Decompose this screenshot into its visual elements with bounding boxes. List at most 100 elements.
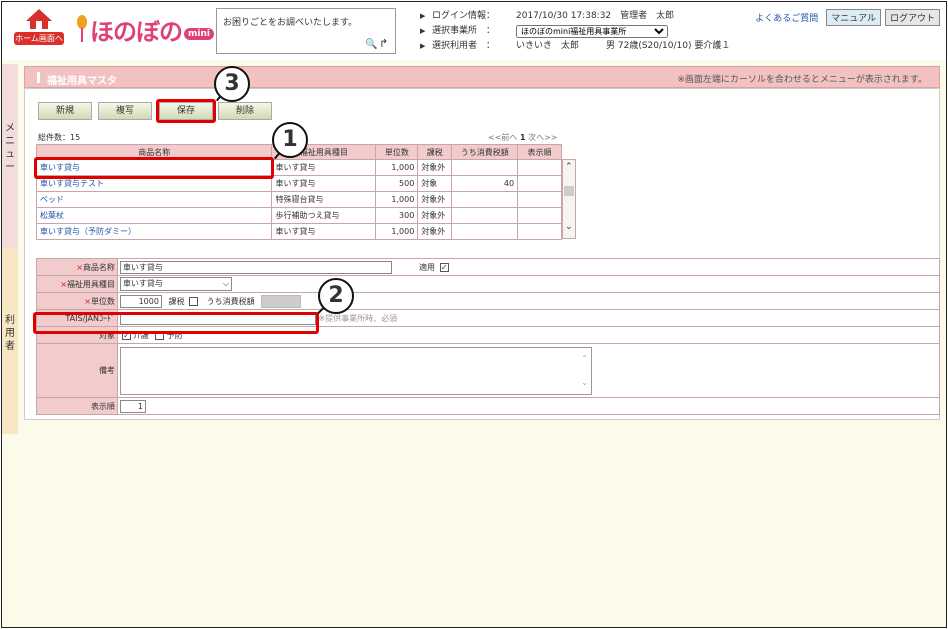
chevron-down-icon[interactable]: ⌄ (581, 378, 588, 387)
category-select[interactable]: 車いす貸与 ⌵ (119, 277, 232, 291)
units-label: ×単位数 (36, 292, 118, 310)
apply-checkbox[interactable]: ✓ (439, 262, 449, 272)
cell-order (517, 175, 562, 192)
form-row-remarks: 備考 ⌃ ⌄ (36, 343, 941, 398)
cell-order (517, 207, 562, 224)
chevron-up-icon[interactable]: ⌃ (581, 354, 588, 363)
chevron-up-icon[interactable]: ⌃ (565, 162, 573, 172)
order-input[interactable]: 1 (119, 399, 146, 413)
menu-hint: ※画面左端にカーソルを合わせるとメニューが表示されます。 (677, 75, 927, 85)
category-label: ×福祉用具種目 (36, 275, 118, 293)
form-row-order: 表示順 1 (36, 397, 941, 415)
order-label: 表示順 (36, 397, 118, 415)
cell-tax: 対象外 (417, 191, 453, 208)
page-title: 福祉用具マスタ (47, 76, 117, 87)
side-menu-label: メニュー (5, 123, 15, 173)
pager: <<前へ 1 次へ>> (488, 132, 557, 143)
home-icon (26, 9, 52, 29)
scroll-thumb[interactable] (564, 186, 574, 196)
pager-current: 1 (519, 133, 526, 142)
home-label: ホーム画面へ (14, 32, 64, 45)
table-row[interactable]: 車いす貸与（予防ダミー） 車いす貸与 1,000 対象外 (35, 223, 562, 240)
form-row-name: ×商品名称 車いす貸与 適用 ✓ (36, 258, 941, 276)
top-right-links: よくあるご質問 マニュアル ログアウト (755, 9, 940, 26)
home-button[interactable]: ホーム画面へ (14, 8, 64, 50)
cell-name[interactable]: ベッド (35, 191, 273, 208)
product-name-input[interactable]: 車いす貸与 (119, 260, 392, 274)
col-header-order: 表示順 (517, 144, 562, 160)
login-label: ログイン情報： (432, 11, 496, 21)
chevron-down-icon[interactable]: ⌄ (565, 222, 573, 232)
product-name-label: ×商品名称 (36, 258, 118, 276)
annotation-badge-3: 3 (214, 66, 250, 102)
units-input[interactable]: 1000 (119, 294, 162, 308)
category-label-text: 福祉用具種目 (66, 279, 115, 289)
category-cell: 車いす貸与 ⌵ (116, 275, 941, 293)
units-cell: 1000 課税 うち消費税額 (116, 292, 941, 310)
title-marker (37, 72, 40, 83)
cell-name[interactable]: 松葉杖 (35, 207, 273, 224)
help-text: お困りごとをお調べいたします。 (223, 18, 358, 28)
delete-button[interactable]: 削除 (218, 102, 272, 120)
cell-units: 1,000 (375, 223, 419, 240)
remarks-label: 備考 (36, 343, 118, 398)
triangle-icon: ▶ (420, 42, 426, 50)
cell-tax: 対象外 (417, 223, 453, 240)
session-info: ▶ ログイン情報： 2017/10/30 17:38:32 管理者 太郎 ▶ 選択事業… (420, 9, 730, 54)
required-mark: × (60, 279, 67, 289)
new-button[interactable]: 新規 (38, 102, 92, 120)
cell-tax: 対象 (417, 175, 453, 192)
side-menu-tab[interactable]: メニュー (2, 64, 18, 248)
cell-category: 車いす貸与 (271, 175, 377, 192)
manual-button[interactable]: マニュアル (826, 9, 881, 26)
cell-units: 500 (375, 175, 419, 192)
table-row[interactable]: 松葉杖 歩行補助つえ貸与 300 対象外 (35, 207, 562, 224)
remarks-cell: ⌃ ⌄ (116, 343, 941, 398)
tax-checkbox[interactable] (189, 296, 199, 306)
product-name-cell: 車いす貸与 適用 ✓ (116, 258, 941, 276)
cell-order (517, 159, 562, 176)
logo-text: ほのぼの (90, 18, 183, 46)
col-header-tax: 課税 (417, 144, 453, 160)
apply-label: 適用 (419, 262, 436, 272)
order-cell: 1 (116, 397, 941, 415)
header: ホーム画面へ ほのぼの mini お困りごとをお調べいたします。 🔍 ↱ ▶ ログ… (2, 2, 946, 60)
required-mark: × (76, 262, 83, 272)
user-value: いきいき 太郎 男 72歳(S20/10/10) 要介護１ (516, 41, 731, 51)
faq-link[interactable]: よくあるご質問 (755, 11, 818, 24)
cell-units: 300 (375, 207, 419, 224)
required-mark: × (84, 296, 91, 306)
code-hint: ※提供事業所時、必須 (318, 313, 398, 323)
annotation-badge-1: 1 (272, 122, 308, 158)
cell-category: 歩行補助つえ貸与 (271, 207, 377, 224)
cell-tax-amount (451, 223, 519, 240)
help-search-box[interactable]: お困りごとをお調べいたします。 🔍 ↱ (216, 8, 396, 54)
side-user-tab[interactable]: 利用者 (2, 248, 18, 434)
triangle-icon: ▶ (420, 27, 426, 35)
cell-name[interactable]: 車いす貸与（予防ダミー） (35, 223, 273, 240)
copy-button[interactable]: 複写 (98, 102, 152, 120)
remarks-textarea[interactable]: ⌃ ⌄ (119, 346, 592, 395)
logout-button[interactable]: ログアウト (884, 9, 940, 26)
pager-prev[interactable]: <<前へ (488, 133, 517, 142)
category-select-value: 車いす貸与 (122, 279, 163, 288)
highlight-box-2 (33, 312, 319, 334)
form-row-category: ×福祉用具種目 車いす貸与 ⌵ (36, 275, 941, 293)
cell-units: 1,000 (375, 191, 419, 208)
table-scrollbar[interactable]: ⌃ ⌄ (562, 159, 576, 239)
edit-form: ×商品名称 車いす貸与 適用 ✓ ×福祉用具種目 車いす貸与 ⌵ ×単位数 100… (36, 258, 941, 415)
office-select[interactable]: ほのぼのmini福祉用具事業所 (516, 25, 668, 38)
table-row[interactable]: ベッド 特殊寝台貸与 1,000 対象外 (35, 191, 562, 208)
window-frame: ホーム画面へ ほのぼの mini お困りごとをお調べいたします。 🔍 ↱ ▶ ログ… (1, 1, 947, 628)
login-value: 2017/10/30 17:38:32 管理者 太郎 (516, 11, 675, 21)
search-icon[interactable]: 🔍 (365, 39, 377, 50)
pager-next[interactable]: 次へ>> (528, 133, 557, 142)
product-name-label-text: 商品名称 (82, 262, 115, 272)
leaf-icon (77, 15, 87, 42)
cell-tax-amount (451, 191, 519, 208)
cell-tax: 対象外 (417, 159, 453, 176)
tax-label: 課税 (168, 296, 185, 306)
redo-arrow-icon[interactable]: ↱ (379, 37, 388, 50)
user-label: 選択利用者 ： (432, 41, 496, 51)
highlight-box-3 (156, 99, 216, 123)
